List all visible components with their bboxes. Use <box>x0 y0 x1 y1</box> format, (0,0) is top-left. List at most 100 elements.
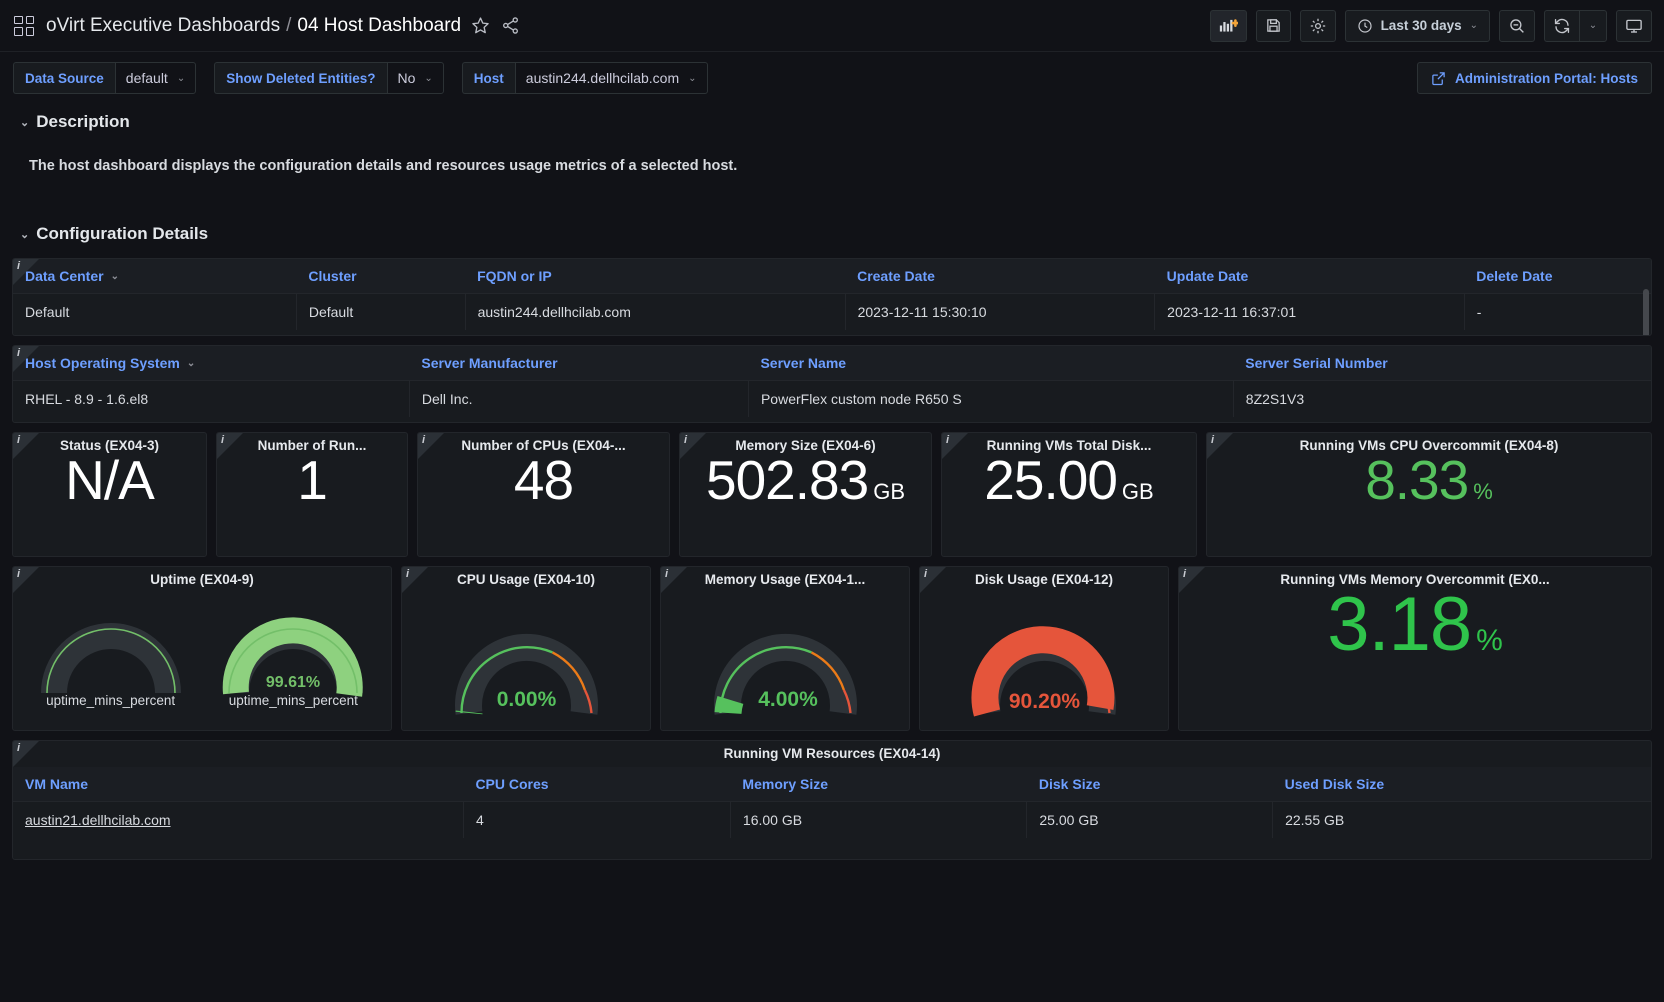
gauge-uptime-2-svg: 99.61% <box>223 617 364 697</box>
gauge-disk-usage-svg: 90.20% <box>971 626 1116 717</box>
panel-title-disk-usage: Disk Usage (EX04-12) <box>974 572 1114 587</box>
cell-data-center: Default <box>13 293 297 330</box>
toolbar-actions: Last 30 days ⌄ ⌄ <box>1209 9 1652 42</box>
refresh-control-group: ⌄ <box>1544 9 1607 42</box>
cell-create-date: 2023-12-11 15:30:10 <box>845 293 1156 330</box>
add-panel-button[interactable] <box>1209 9 1247 42</box>
panel-info-icon[interactable]: i <box>17 568 20 580</box>
stat-number: 502.83 <box>705 449 869 511</box>
save-dashboard-button[interactable] <box>1255 9 1291 42</box>
gauge-label-uptime-2: uptime_mins_percent <box>228 693 358 708</box>
panel-number-of-running-vms: i Number of Run... 1 <box>216 432 408 557</box>
panel-info-icon[interactable]: i <box>422 434 425 446</box>
panel-info-icon[interactable]: i <box>684 434 687 446</box>
panel-info-icon[interactable]: i <box>946 434 949 446</box>
panel-status: i Status (EX04-3) N/A <box>12 432 207 557</box>
table-header-row: VM Name CPU Cores Memory Size Disk Size … <box>13 767 1651 802</box>
panel-info-icon[interactable]: i <box>17 742 20 754</box>
row-header-description[interactable]: ⌄ Description <box>20 112 1644 132</box>
column-header-cpu-cores[interactable]: CPU Cores <box>463 767 731 802</box>
dashboard-root: oVirt Executive Dashboards / 04 Host Das… <box>0 0 1664 1002</box>
breadcrumb-separator: / <box>286 14 292 36</box>
config-table-2: Host Operating System ⌄ Server Manufactur… <box>13 346 1651 417</box>
top-navigation-bar: oVirt Executive Dashboards / 04 Host Das… <box>0 0 1664 52</box>
stat-value-number-of-running-vms: 1 <box>217 453 407 546</box>
memory-usage-gauge: 4.00% <box>661 587 909 724</box>
column-header-server-name[interactable]: Server Name <box>748 346 1234 381</box>
sort-chevron-icon: ⌄ <box>110 270 119 282</box>
table-scrollbar[interactable] <box>1643 289 1649 335</box>
dashboards-grid-icon[interactable] <box>14 15 34 36</box>
variable-select-show-deleted[interactable]: No ⌄ <box>386 62 444 94</box>
panel-info-icon[interactable]: i <box>924 568 927 580</box>
column-header-create-date[interactable]: Create Date <box>845 259 1155 294</box>
refresh-interval-dropdown[interactable]: ⌄ <box>1579 9 1607 42</box>
stat-number: 8.33 <box>1365 449 1469 511</box>
chevron-down-icon: ⌄ <box>176 72 186 84</box>
stat-number: N/A <box>65 449 155 511</box>
variable-value-show-deleted: No <box>397 70 416 86</box>
panel-memory-size: i Memory Size (EX04-6) 502.83 GB <box>679 432 932 557</box>
tv-mode-button[interactable] <box>1616 9 1652 42</box>
panel-info-icon[interactable]: i <box>1211 434 1214 446</box>
administration-portal-label: Administration Portal: Hosts <box>1454 70 1638 86</box>
column-header-fqdn-or-ip[interactable]: FQDN or IP <box>465 259 846 294</box>
panel-info-icon[interactable]: i <box>665 568 668 580</box>
gauge-disk-usage-value: 90.20% <box>1008 690 1080 713</box>
column-header-data-center[interactable]: Data Center ⌄ <box>13 259 297 294</box>
panel-title-memory-usage: Memory Usage (EX04-1... <box>704 572 866 587</box>
stat-unit: % <box>1473 479 1493 504</box>
cell-memory-size: 16.00 GB <box>730 801 1028 838</box>
chevron-down-icon: ⌄ <box>1588 20 1598 31</box>
panel-title-running-vm-resources: Running VM Resources (EX04-14) <box>723 746 941 761</box>
column-header-memory-size[interactable]: Memory Size <box>730 767 1027 802</box>
breadcrumb-root[interactable]: oVirt Executive Dashboards <box>46 15 280 37</box>
zoom-out-button[interactable] <box>1499 9 1535 42</box>
share-icon[interactable] <box>499 15 521 37</box>
variable-select-host[interactable]: austin244.dellhcilab.com ⌄ <box>514 62 708 94</box>
uptime-gauges: uptime_mins_percent 99.61% uptime_mins_p… <box>13 587 391 724</box>
column-header-server-manufacturer[interactable]: Server Manufacturer <box>409 346 749 381</box>
gauge-label-uptime-1: uptime_mins_percent <box>46 693 176 708</box>
chevron-down-icon: ⌄ <box>1469 20 1478 31</box>
column-header-vm-name[interactable]: VM Name <box>13 767 464 802</box>
config-table-1: Data Center ⌄ Cluster FQDN or IP Create D… <box>13 259 1651 330</box>
add-panel-icon <box>1219 19 1238 32</box>
time-range-picker[interactable]: Last 30 days ⌄ <box>1344 9 1490 42</box>
cell-vm-name: austin21.dellhcilab.com <box>13 801 464 838</box>
panel-info-icon[interactable]: i <box>406 568 409 580</box>
column-header-cluster[interactable]: Cluster <box>296 259 466 294</box>
vm-name-link[interactable]: austin21.dellhcilab.com <box>25 812 171 828</box>
gauge-memory-usage-svg: 4.00% <box>713 633 857 715</box>
column-header-delete-date[interactable]: Delete Date <box>1464 259 1651 294</box>
sort-chevron-icon: ⌄ <box>186 357 196 369</box>
column-header-used-disk-size[interactable]: Used Disk Size <box>1272 767 1651 802</box>
zoom-out-icon <box>1510 18 1524 33</box>
column-header-host-operating-system[interactable]: Host Operating System ⌄ <box>13 346 410 381</box>
panel-info-icon[interactable]: i <box>17 260 20 272</box>
variable-select-datasource[interactable]: default ⌄ <box>114 62 197 94</box>
cell-used-disk-size: 22.55 GB <box>1272 801 1651 838</box>
variable-value-datasource: default <box>125 70 168 86</box>
panel-running-vms-memory-overcommit: i Running VMs Memory Overcommit (EX0... … <box>1178 566 1652 731</box>
administration-portal-hosts-link[interactable]: Administration Portal: Hosts <box>1416 62 1652 94</box>
panel-info-icon[interactable]: i <box>1183 568 1186 580</box>
dashboard-settings-icon <box>1310 18 1325 33</box>
stat-number: 1 <box>297 449 328 511</box>
panel-info-icon[interactable]: i <box>221 434 224 446</box>
star-icon[interactable] <box>469 15 491 37</box>
dashboard-settings-button[interactable] <box>1299 9 1336 42</box>
column-header-disk-size[interactable]: Disk Size <box>1026 767 1273 802</box>
panel-info-icon[interactable]: i <box>17 434 20 446</box>
row-header-configuration-details[interactable]: ⌄ Configuration Details <box>20 224 1644 244</box>
variable-value-host: austin244.dellhcilab.com <box>525 70 680 86</box>
description-text: The host dashboard displays the configur… <box>29 158 738 174</box>
variable-datasource: Data Source default ⌄ <box>13 62 197 94</box>
chevron-down-icon: ⌄ <box>20 116 30 129</box>
column-header-server-serial-number[interactable]: Server Serial Number <box>1233 346 1651 381</box>
stat-value-running-vms-memory-overcommit: 3.18 % <box>1179 587 1651 716</box>
variable-label-datasource: Data Source <box>13 62 115 94</box>
column-header-update-date[interactable]: Update Date <box>1154 259 1465 294</box>
refresh-button[interactable] <box>1544 9 1579 42</box>
panel-info-icon[interactable]: i <box>17 347 20 359</box>
